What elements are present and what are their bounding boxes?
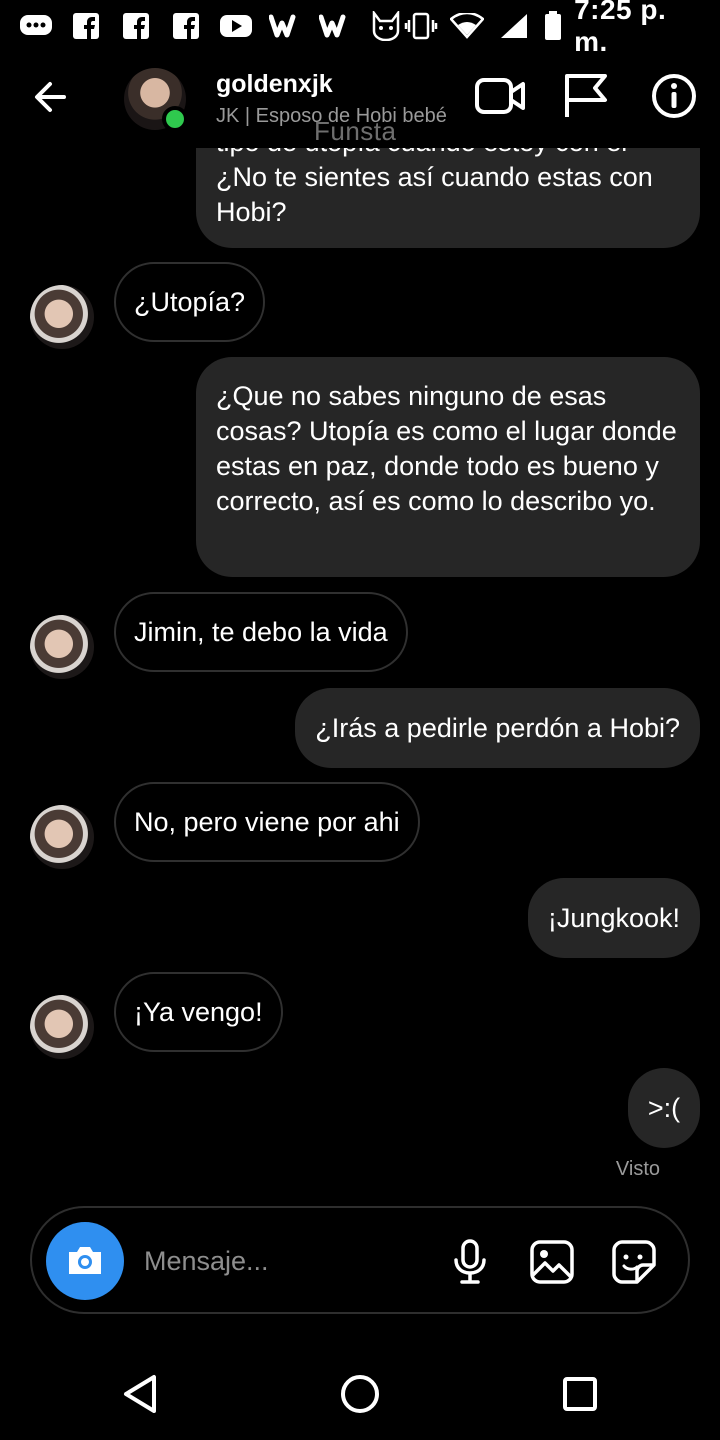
message-text: >:( <box>647 1092 681 1123</box>
sender-avatar[interactable] <box>30 805 94 869</box>
outgoing-message[interactable]: >:( <box>628 1068 700 1148</box>
youtube-icon <box>218 11 254 41</box>
online-status-indicator <box>162 106 188 132</box>
status-bar: 7:25 p. m. <box>0 0 720 57</box>
incoming-message[interactable]: Jimin, te debo la vida <box>114 592 408 672</box>
contact-avatar[interactable] <box>124 68 188 132</box>
flag-icon <box>565 74 607 117</box>
video-call-button[interactable] <box>472 70 528 122</box>
triangle-back-icon <box>124 1375 156 1413</box>
incoming-message[interactable]: ¿Utopía? <box>114 262 266 342</box>
message-text: ¡Jungkook! <box>547 902 680 933</box>
seen-receipt: Visto <box>615 1158 660 1180</box>
cat-icon <box>368 11 404 41</box>
message-text: ¿Irás a pedirle perdón a Hobi? <box>315 712 680 743</box>
wattpad-icon <box>268 11 304 41</box>
circle-home-icon <box>341 1375 379 1413</box>
info-icon <box>652 74 696 118</box>
battery-icon <box>543 11 562 41</box>
sender-avatar[interactable] <box>30 285 94 349</box>
sender-avatar[interactable] <box>30 615 94 679</box>
info-button[interactable] <box>646 70 702 122</box>
outgoing-message[interactable]: ¡Jungkook! <box>527 878 700 958</box>
sticker-button[interactable] <box>610 1238 658 1286</box>
incoming-message[interactable]: No, pero viene por ahi <box>114 782 420 862</box>
nav-back-button[interactable] <box>116 1370 164 1418</box>
notification-icons <box>18 11 404 41</box>
outgoing-message[interactable]: ¿Que no sabes ninguno de esas cosas? Uto… <box>196 357 700 577</box>
clock: 7:25 p. m. <box>574 0 667 57</box>
voice-message-button[interactable] <box>446 1238 494 1286</box>
message-input[interactable] <box>144 1240 444 1282</box>
incoming-message[interactable]: ¡Ya vengo! <box>114 972 283 1052</box>
outgoing-message[interactable]: ¿Irás a pedirle perdón a Hobi? <box>295 688 700 768</box>
square-recents-icon <box>563 1377 597 1411</box>
gallery-button[interactable] <box>528 1238 576 1286</box>
camera-button[interactable] <box>46 1222 124 1300</box>
message-composer <box>30 1206 690 1314</box>
message-text: ¡Ya vengo! <box>134 996 263 1027</box>
watermark: Funsta <box>314 116 397 146</box>
wifi-icon <box>450 11 485 41</box>
contact-username[interactable]: goldenxjk <box>216 70 333 99</box>
message-text: No, pero viene por ahi <box>134 806 400 837</box>
vibrate-icon <box>404 11 438 41</box>
message-text: Jimin, te debo la vida <box>134 616 388 647</box>
message-text: ¿Que no sabes ninguno de esas cosas? Uto… <box>216 381 677 516</box>
facebook-icon <box>68 11 104 41</box>
back-button[interactable] <box>28 74 74 120</box>
sender-avatar[interactable] <box>30 995 94 1059</box>
wattpad-icon <box>318 11 354 41</box>
chat-icon <box>18 11 54 41</box>
signal-icon <box>497 11 531 41</box>
nav-recents-button[interactable] <box>556 1370 604 1418</box>
video-camera-icon <box>475 78 525 114</box>
facebook-icon <box>118 11 154 41</box>
facebook-icon <box>168 11 204 41</box>
arrow-left-icon <box>35 82 66 112</box>
camera-icon <box>69 1247 101 1274</box>
image-icon <box>530 1240 574 1284</box>
sticker-icon <box>612 1240 656 1284</box>
message-text: ¿Utopía? <box>134 286 246 317</box>
nav-home-button[interactable] <box>336 1370 384 1418</box>
report-button[interactable] <box>558 70 614 122</box>
system-navigation-bar <box>0 1346 720 1440</box>
microphone-icon <box>454 1239 486 1284</box>
